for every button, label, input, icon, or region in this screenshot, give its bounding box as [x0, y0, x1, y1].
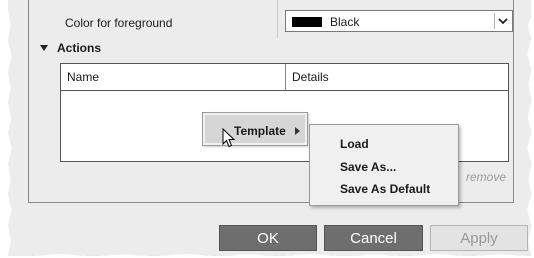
triangle-down-icon[interactable] [40, 45, 48, 51]
menu-item-template-label: Template [234, 124, 286, 138]
column-header-details[interactable]: Details [286, 64, 508, 91]
menu-item-template[interactable]: Template [205, 115, 305, 143]
template-submenu: Load Save As... Save As Default [309, 124, 459, 206]
actions-heading: Actions [57, 41, 102, 55]
menu-item-load[interactable]: Load [340, 137, 369, 151]
foreground-color-label: Color for foreground [65, 16, 173, 30]
foreground-color-select[interactable]: Black [285, 10, 513, 32]
triangle-right-icon [295, 127, 300, 135]
column-divider [277, 0, 278, 38]
mouse-pointer-icon [222, 128, 236, 148]
actions-section-header[interactable]: Actions [40, 41, 101, 55]
ok-button[interactable]: OK [219, 225, 317, 251]
cancel-button[interactable]: Cancel [324, 225, 423, 251]
menu-item-save-as[interactable]: Save As... [340, 160, 396, 174]
apply-button[interactable]: Apply [430, 225, 528, 251]
menu-item-save-as-default[interactable]: Save As Default [340, 182, 430, 196]
column-header-name[interactable]: Name [61, 64, 286, 91]
color-swatch [292, 17, 322, 27]
chevron-down-icon[interactable] [494, 13, 510, 29]
context-menu: Template [202, 112, 308, 146]
selected-color-text: Black [330, 15, 360, 29]
remove-link[interactable]: remove [466, 170, 506, 184]
